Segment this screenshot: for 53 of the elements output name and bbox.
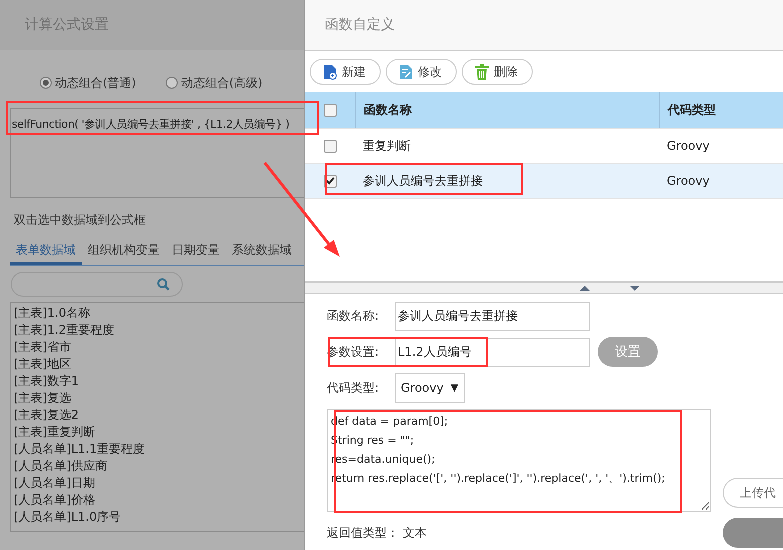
edit-document-icon — [399, 64, 413, 80]
dialog-title: 计算公式设置 — [0, 0, 304, 50]
data-tab[interactable]: 系统数据域 — [226, 236, 298, 265]
action-button[interactable] — [723, 518, 783, 548]
new-document-icon — [323, 64, 337, 80]
field-item[interactable]: [主表]1.0名称 — [14, 305, 301, 322]
field-item[interactable]: [主表]1.2重要程度 — [14, 322, 301, 339]
field-item[interactable]: [主表]重复判断 — [14, 424, 301, 441]
field-item[interactable]: [人员名单]L1.0序号 — [14, 509, 301, 526]
radio-icon[interactable] — [166, 77, 178, 89]
checkbox[interactable] — [324, 140, 337, 152]
upload-button[interactable]: 上传代 — [723, 478, 783, 508]
column-header: 函数名称 — [355, 92, 659, 128]
caret-icon: ▼ — [450, 382, 459, 394]
mode-radio[interactable]: 动态组合(高级) — [166, 74, 263, 92]
data-tab[interactable]: 日期变量 — [166, 236, 226, 265]
table-cell: 参训人员编号去重拼接 — [363, 172, 483, 190]
name-field[interactable]: 参训人员编号去重拼接 — [395, 302, 590, 331]
data-tab[interactable]: 组织机构变量 — [82, 236, 166, 265]
field-item[interactable]: [人员名单]价格 — [14, 492, 301, 509]
toolbar-button[interactable]: 新建 — [310, 59, 381, 85]
table-cell: Groovy — [667, 174, 710, 188]
column-header: 代码类型 — [659, 92, 769, 128]
up-arrow-icon[interactable] — [580, 286, 590, 290]
field-label: 代码类型: — [327, 380, 380, 396]
field-item[interactable]: [人员名单]L1.1重要程度 — [14, 441, 301, 458]
field-item[interactable]: [人员名单]供应商 — [14, 458, 301, 475]
field-label: 函数名称: — [327, 308, 380, 325]
search-field[interactable] — [11, 272, 183, 297]
toolbar-button[interactable]: 修改 — [386, 59, 457, 85]
radio-icon[interactable] — [40, 77, 52, 89]
field-item[interactable]: [主表]复选 — [14, 390, 301, 407]
return-type-text: 返回值类型： 文本 — [327, 524, 427, 542]
trash-icon — [475, 64, 489, 80]
search-icon — [157, 278, 170, 291]
field-item[interactable]: [人员名单]日期 — [14, 475, 301, 492]
field-item[interactable]: [主表]省市 — [14, 339, 301, 356]
table-cell: 重复判断 — [363, 138, 411, 154]
hint-text: 双击选中数据域到公式框 — [14, 213, 146, 227]
mode-radio[interactable]: 动态组合(普通) — [40, 74, 136, 92]
type-select[interactable]: Groovy ▼ — [395, 373, 465, 403]
toolbar-button[interactable]: 删除 — [462, 59, 533, 85]
table-cell: Groovy — [667, 139, 710, 153]
down-arrow-icon[interactable] — [630, 286, 640, 290]
formula-text: selfFunction( '参训人员编号去重拼接' , {L1.2人员编号} ) — [12, 118, 290, 131]
checkbox[interactable] — [324, 104, 337, 116]
param-field[interactable]: L1.2人员编号 — [395, 338, 590, 366]
field-item[interactable]: [主表]数字1 — [14, 373, 301, 390]
field-item[interactable]: [主表]复选2 — [14, 407, 301, 424]
checkmark-icon — [326, 177, 335, 185]
table-row[interactable]: 参训人员编号去重拼接 Groovy — [305, 164, 783, 199]
dialog-title: 函数自定义 — [305, 0, 783, 51]
field-item[interactable]: [主表]地区 — [14, 356, 301, 373]
